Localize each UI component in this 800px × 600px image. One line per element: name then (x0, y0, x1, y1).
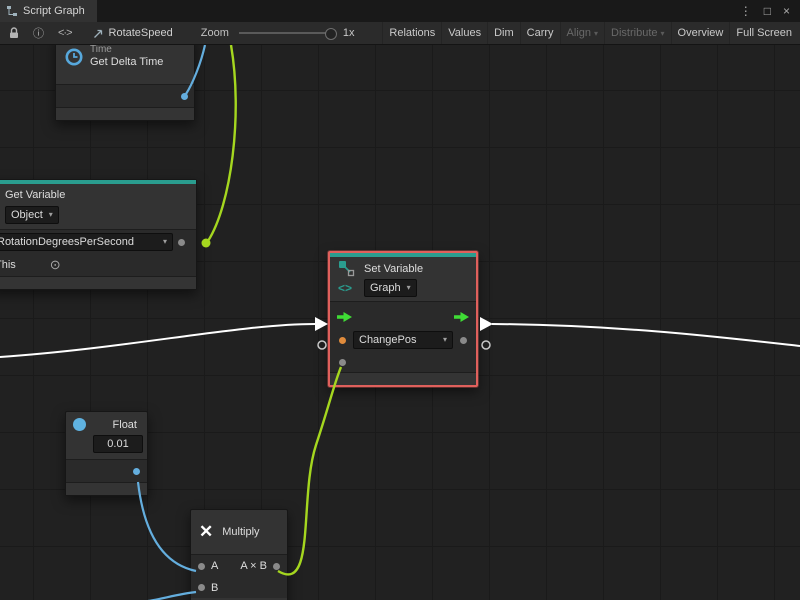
port-output-value[interactable] (460, 337, 467, 344)
chevron-down-icon: ▾ (443, 333, 447, 347)
target-icon[interactable]: ⊙ (50, 257, 61, 273)
wire-flow-left[interactable] (0, 324, 315, 357)
port-output-result[interactable] (273, 563, 280, 570)
zoom-slider[interactable] (239, 32, 335, 34)
port-input-a[interactable] (198, 563, 205, 570)
wire-flow-right[interactable] (492, 324, 800, 346)
angle-brackets-icon: <> (338, 281, 364, 295)
node-get-delta-time[interactable]: Time Get Delta Time (55, 45, 195, 121)
node-footer (66, 482, 147, 495)
node-title: Get Delta Time (90, 56, 186, 68)
zoom-value: 1x (343, 27, 355, 39)
chevron-down-icon: ▾ (49, 208, 53, 222)
close-icon[interactable]: × (783, 4, 790, 18)
graph-canvas[interactable]: Time Get Delta Time Get Variable Object … (0, 45, 800, 600)
node-footer (56, 107, 194, 120)
variable-name-dropdown[interactable]: RotationDegreesPerSecond ▾ (0, 233, 173, 251)
node-title: Set Variable (364, 263, 470, 275)
node-title: Multiply (222, 526, 259, 538)
chevron-down-icon: ▾ (594, 29, 598, 38)
window-menu-icon[interactable]: ⋮ (740, 4, 752, 18)
port-a-label: A (211, 560, 218, 572)
port-output-get-variable[interactable] (202, 239, 211, 248)
node-title: Get Variable (5, 187, 188, 204)
overview-button[interactable]: Overview (671, 22, 730, 44)
tab-script-graph[interactable]: Script Graph (0, 0, 97, 22)
flow-output-arrow[interactable] (454, 312, 469, 322)
port-input-b[interactable] (198, 584, 205, 591)
graph-asset-icon (93, 28, 104, 39)
port-b-label: B (211, 582, 218, 594)
port-output-delta-time[interactable] (181, 93, 188, 100)
wire-green-top[interactable] (208, 45, 236, 241)
zoom-slider-knob[interactable] (325, 28, 337, 40)
info-icon[interactable]: ⓘ (26, 25, 51, 41)
port-result-label: A × B (240, 560, 267, 572)
chevron-down-icon: ▾ (661, 29, 665, 38)
zoom-label: Zoom (201, 27, 229, 39)
wire-arrowhead-left (315, 317, 328, 331)
port-input-extra[interactable] (339, 359, 346, 366)
port-input-name[interactable] (178, 239, 185, 246)
port-output-float[interactable] (133, 468, 140, 475)
align-button: Align▾ (560, 22, 604, 44)
port-unconnected-left[interactable] (318, 341, 326, 349)
fullscreen-button[interactable]: Full Screen (729, 22, 798, 44)
wire-arrowhead-right (480, 317, 493, 331)
variable-name-dropdown[interactable]: ChangePos ▾ (353, 331, 453, 349)
graph-toolbar: ⓘ <·> RotateSpeed Zoom 1x Relations Valu… (0, 22, 800, 45)
tab-title: Script Graph (23, 5, 85, 17)
node-set-variable[interactable]: Set Variable <> Graph ▾ C (328, 251, 478, 387)
graph-asset-breadcrumb[interactable]: RotateSpeed (93, 27, 173, 39)
tab-bar: Script Graph ⋮ □ × (0, 0, 800, 22)
relations-button[interactable]: Relations (382, 22, 441, 44)
port-unconnected-right[interactable] (482, 341, 490, 349)
script-graph-icon (6, 5, 18, 17)
float-icon (73, 418, 86, 431)
node-float[interactable]: Float 0.01 (65, 411, 148, 496)
target-label: This (0, 259, 16, 271)
node-get-variable[interactable]: Get Variable Object ▾ RotationDegreesPer… (0, 179, 197, 290)
wire-blue-to-b[interactable] (148, 592, 196, 600)
node-multiply[interactable]: ✕ Multiply A A × B B (190, 509, 288, 600)
node-footer (0, 276, 196, 289)
code-icon[interactable]: <·> (51, 27, 79, 39)
lock-icon[interactable] (2, 27, 26, 39)
clock-icon (64, 47, 84, 70)
multiply-icon: ✕ (199, 522, 213, 542)
node-footer (330, 372, 476, 385)
carry-button[interactable]: Carry (520, 22, 560, 44)
variable-kind-dropdown[interactable]: Graph ▾ (364, 279, 417, 297)
flow-input-arrow[interactable] (337, 312, 352, 322)
variable-kind-dropdown[interactable]: Object ▾ (5, 206, 59, 224)
port-input-value[interactable] (339, 337, 346, 344)
values-button[interactable]: Values (441, 22, 487, 44)
node-title: Float (113, 419, 137, 431)
node-subtitle: Time (90, 45, 186, 56)
chevron-down-icon: ▾ (163, 235, 167, 249)
graph-asset-name: RotateSpeed (109, 27, 173, 39)
float-value-field[interactable]: 0.01 (93, 435, 143, 453)
variable-icon (338, 260, 364, 277)
distribute-button: Distribute▾ (604, 22, 670, 44)
dim-button[interactable]: Dim (487, 22, 520, 44)
maximize-icon[interactable]: □ (764, 4, 771, 18)
chevron-down-icon: ▾ (407, 281, 411, 295)
